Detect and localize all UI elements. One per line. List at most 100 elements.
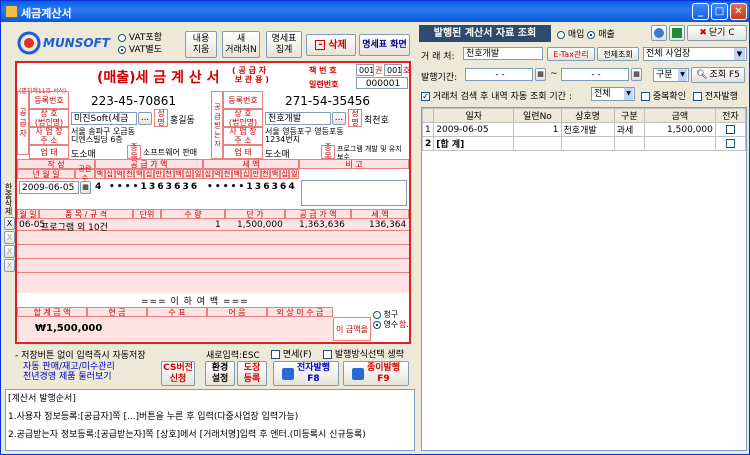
claim-label: 청구 <box>383 310 399 319</box>
table-row[interactable] <box>17 245 409 259</box>
receiver-lookup-button[interactable]: ... <box>332 112 346 125</box>
invoice-lookup-panel: 발행된 계산서 자료 조회 매입 매출 ✖ 닫기 C 거 래 처: 천호개발 E-… <box>419 23 749 454</box>
row-tax: 136,364 <box>369 220 407 230</box>
digit-place-label: 십 <box>203 169 213 179</box>
receiver-company-input[interactable]: 천호개발 <box>265 112 331 125</box>
supplier-company-input[interactable]: 미진Soft(세금 <box>71 112 137 125</box>
digit-place-label: 억 <box>114 169 125 179</box>
dup-check-toggle[interactable]: 중복확인 <box>641 89 686 102</box>
row-delete-button[interactable]: X <box>4 259 15 272</box>
customer-input[interactable]: 천호개발 <box>463 47 543 60</box>
serial-input[interactable]: 000001 <box>356 77 408 89</box>
calendar-button[interactable]: ▦ <box>80 181 91 194</box>
maximize-button[interactable]: □ <box>711 3 728 20</box>
vat-included-radio[interactable] <box>118 33 126 42</box>
vat-separate-label: VAT별도 <box>128 45 162 55</box>
digit-place-label: 억 <box>212 169 223 179</box>
cs-version-button[interactable]: CS버전 신청 <box>161 361 195 386</box>
row-delete-button[interactable]: X <box>4 245 15 258</box>
row-delete-button[interactable]: X <box>4 217 15 230</box>
close-window-button[interactable]: ✕ <box>730 3 747 20</box>
table-row[interactable] <box>17 231 409 245</box>
new-customer-button[interactable]: 새 거래처N <box>222 31 260 58</box>
issue-method-toggle[interactable]: 발행방식선택 생략 <box>323 347 404 360</box>
steps-textarea[interactable]: [계산서 발행순서] 1.사용자 정보등록:[공급자]쪽 [...]버튼을 누른… <box>5 389 415 451</box>
col-name[interactable]: 상호명 <box>560 108 615 123</box>
digit-place-label: 십 <box>183 169 194 179</box>
clear-content-button[interactable]: 내용 지움 <box>185 31 217 58</box>
date-to-input[interactable]: - - <box>561 68 629 81</box>
sales-radio[interactable] <box>587 30 596 39</box>
table-row[interactable] <box>17 259 409 273</box>
table-row[interactable]: 1 2009-06-05 1 천호개발 과세 1,500,000 <box>422 122 746 137</box>
total-row-cell <box>513 136 562 151</box>
total-row-cell <box>560 136 615 151</box>
row-serial: 1 <box>513 122 562 137</box>
calendar-icon: ▦ <box>537 70 544 78</box>
e-issue-button[interactable]: 전자발행 F8 <box>273 361 339 386</box>
delete-button[interactable]: - 삭제 <box>306 34 356 56</box>
promo-links[interactable]: 자동 판매/재고/미수관리 천년경영 제품 둘러보기 <box>23 362 115 382</box>
claim-receipt-group: 청구 영수 <box>373 310 398 330</box>
col-qty: 수 량 <box>161 209 225 219</box>
issue-method-checkbox[interactable] <box>323 350 332 359</box>
auto-query-checkbox[interactable]: ✓ <box>421 92 430 101</box>
row-e-checkbox[interactable] <box>725 124 735 134</box>
col-type[interactable]: 구분 <box>613 108 645 123</box>
total-row-e-cell <box>714 136 746 151</box>
e-issue-filter-checkbox[interactable] <box>693 92 702 101</box>
col-e[interactable]: 전자 <box>714 108 746 123</box>
date-from-input[interactable]: - - <box>465 68 533 81</box>
date-to-calendar-button[interactable]: ▦ <box>631 68 642 81</box>
tax-free-toggle[interactable]: 면세(F) <box>271 347 312 360</box>
book-no-1-input[interactable]: 001 <box>356 64 374 76</box>
date-from-calendar-button[interactable]: ▦ <box>535 68 546 81</box>
claim-radio[interactable] <box>373 310 381 319</box>
detail-screen-button[interactable]: 명세표 화면 <box>359 34 410 56</box>
all-query-button[interactable]: 전체조회 <box>597 47 639 61</box>
digit-place-label: 백 <box>95 169 105 179</box>
total-e-checkbox[interactable] <box>725 138 735 148</box>
row-e-cell <box>714 122 746 137</box>
book-no-2-input[interactable]: 001 <box>384 64 402 76</box>
digit-place-label: 백 <box>270 169 280 179</box>
col-amount[interactable]: 금액 <box>643 108 716 123</box>
excel-button[interactable] <box>669 25 685 41</box>
etax-button[interactable]: E-Tax관리 <box>547 47 595 61</box>
site-select[interactable]: 전체 사업장 ▼ <box>643 47 747 61</box>
total-amount-value: ₩1,500,000 <box>35 323 103 334</box>
e-issue-filter-toggle[interactable]: 전자발행 <box>693 89 738 102</box>
globe-icon <box>654 28 664 38</box>
col-date[interactable]: 일자 <box>433 108 515 123</box>
total-row-cell <box>613 136 645 151</box>
category-select[interactable]: 구분 ▼ <box>653 68 689 82</box>
digit-place-label: 일 <box>193 169 203 179</box>
vat-separate-radio[interactable] <box>118 45 126 54</box>
col-serial[interactable]: 일련No <box>513 108 562 123</box>
remark-input[interactable] <box>301 180 407 206</box>
minimize-button[interactable]: _ <box>692 3 709 20</box>
stamp-register-button[interactable]: 도장 등록 <box>237 361 267 386</box>
settings-button[interactable]: 환경 설정 <box>205 361 235 386</box>
tax-free-checkbox[interactable] <box>271 350 280 359</box>
purchase-radio[interactable] <box>557 30 565 39</box>
supplier-lookup-button[interactable]: ... <box>138 112 152 125</box>
table-row[interactable]: 06-05 프로그램 외 10건 1 1,500,000 1,363,636 1… <box>17 219 409 233</box>
refresh-button[interactable] <box>651 25 667 41</box>
date-input[interactable]: 2009-06-05 <box>19 181 79 194</box>
new-input-hint: 새로입력:ESC <box>206 351 260 361</box>
promo-link-2[interactable]: 천년경영 제품 둘러보기 <box>23 372 115 382</box>
digit-place-label: 십 <box>241 169 251 179</box>
row-delete-button[interactable]: X <box>4 231 15 244</box>
promo-link-1[interactable]: 자동 판매/재고/미수관리 <box>23 362 115 372</box>
dup-check-checkbox[interactable] <box>641 92 650 101</box>
paper-issue-button[interactable]: 종이발행 F9 <box>343 361 409 386</box>
auto-query-toggle[interactable]: ✓ 거래처 검색 후 내역 자동 조회 기간 : <box>421 89 572 102</box>
detail-total-button[interactable]: 명세표 집계 <box>266 31 302 58</box>
e-issue-icon <box>281 367 294 380</box>
period-select[interactable]: 전체 ▼ <box>591 87 635 101</box>
receipt-radio[interactable] <box>373 320 381 329</box>
close-panel-button[interactable]: ✖ 닫기 C <box>687 25 747 41</box>
query-button[interactable]: 🔍︎ 조회 F5 <box>691 67 745 83</box>
tax-label: 세 액 <box>203 159 299 169</box>
